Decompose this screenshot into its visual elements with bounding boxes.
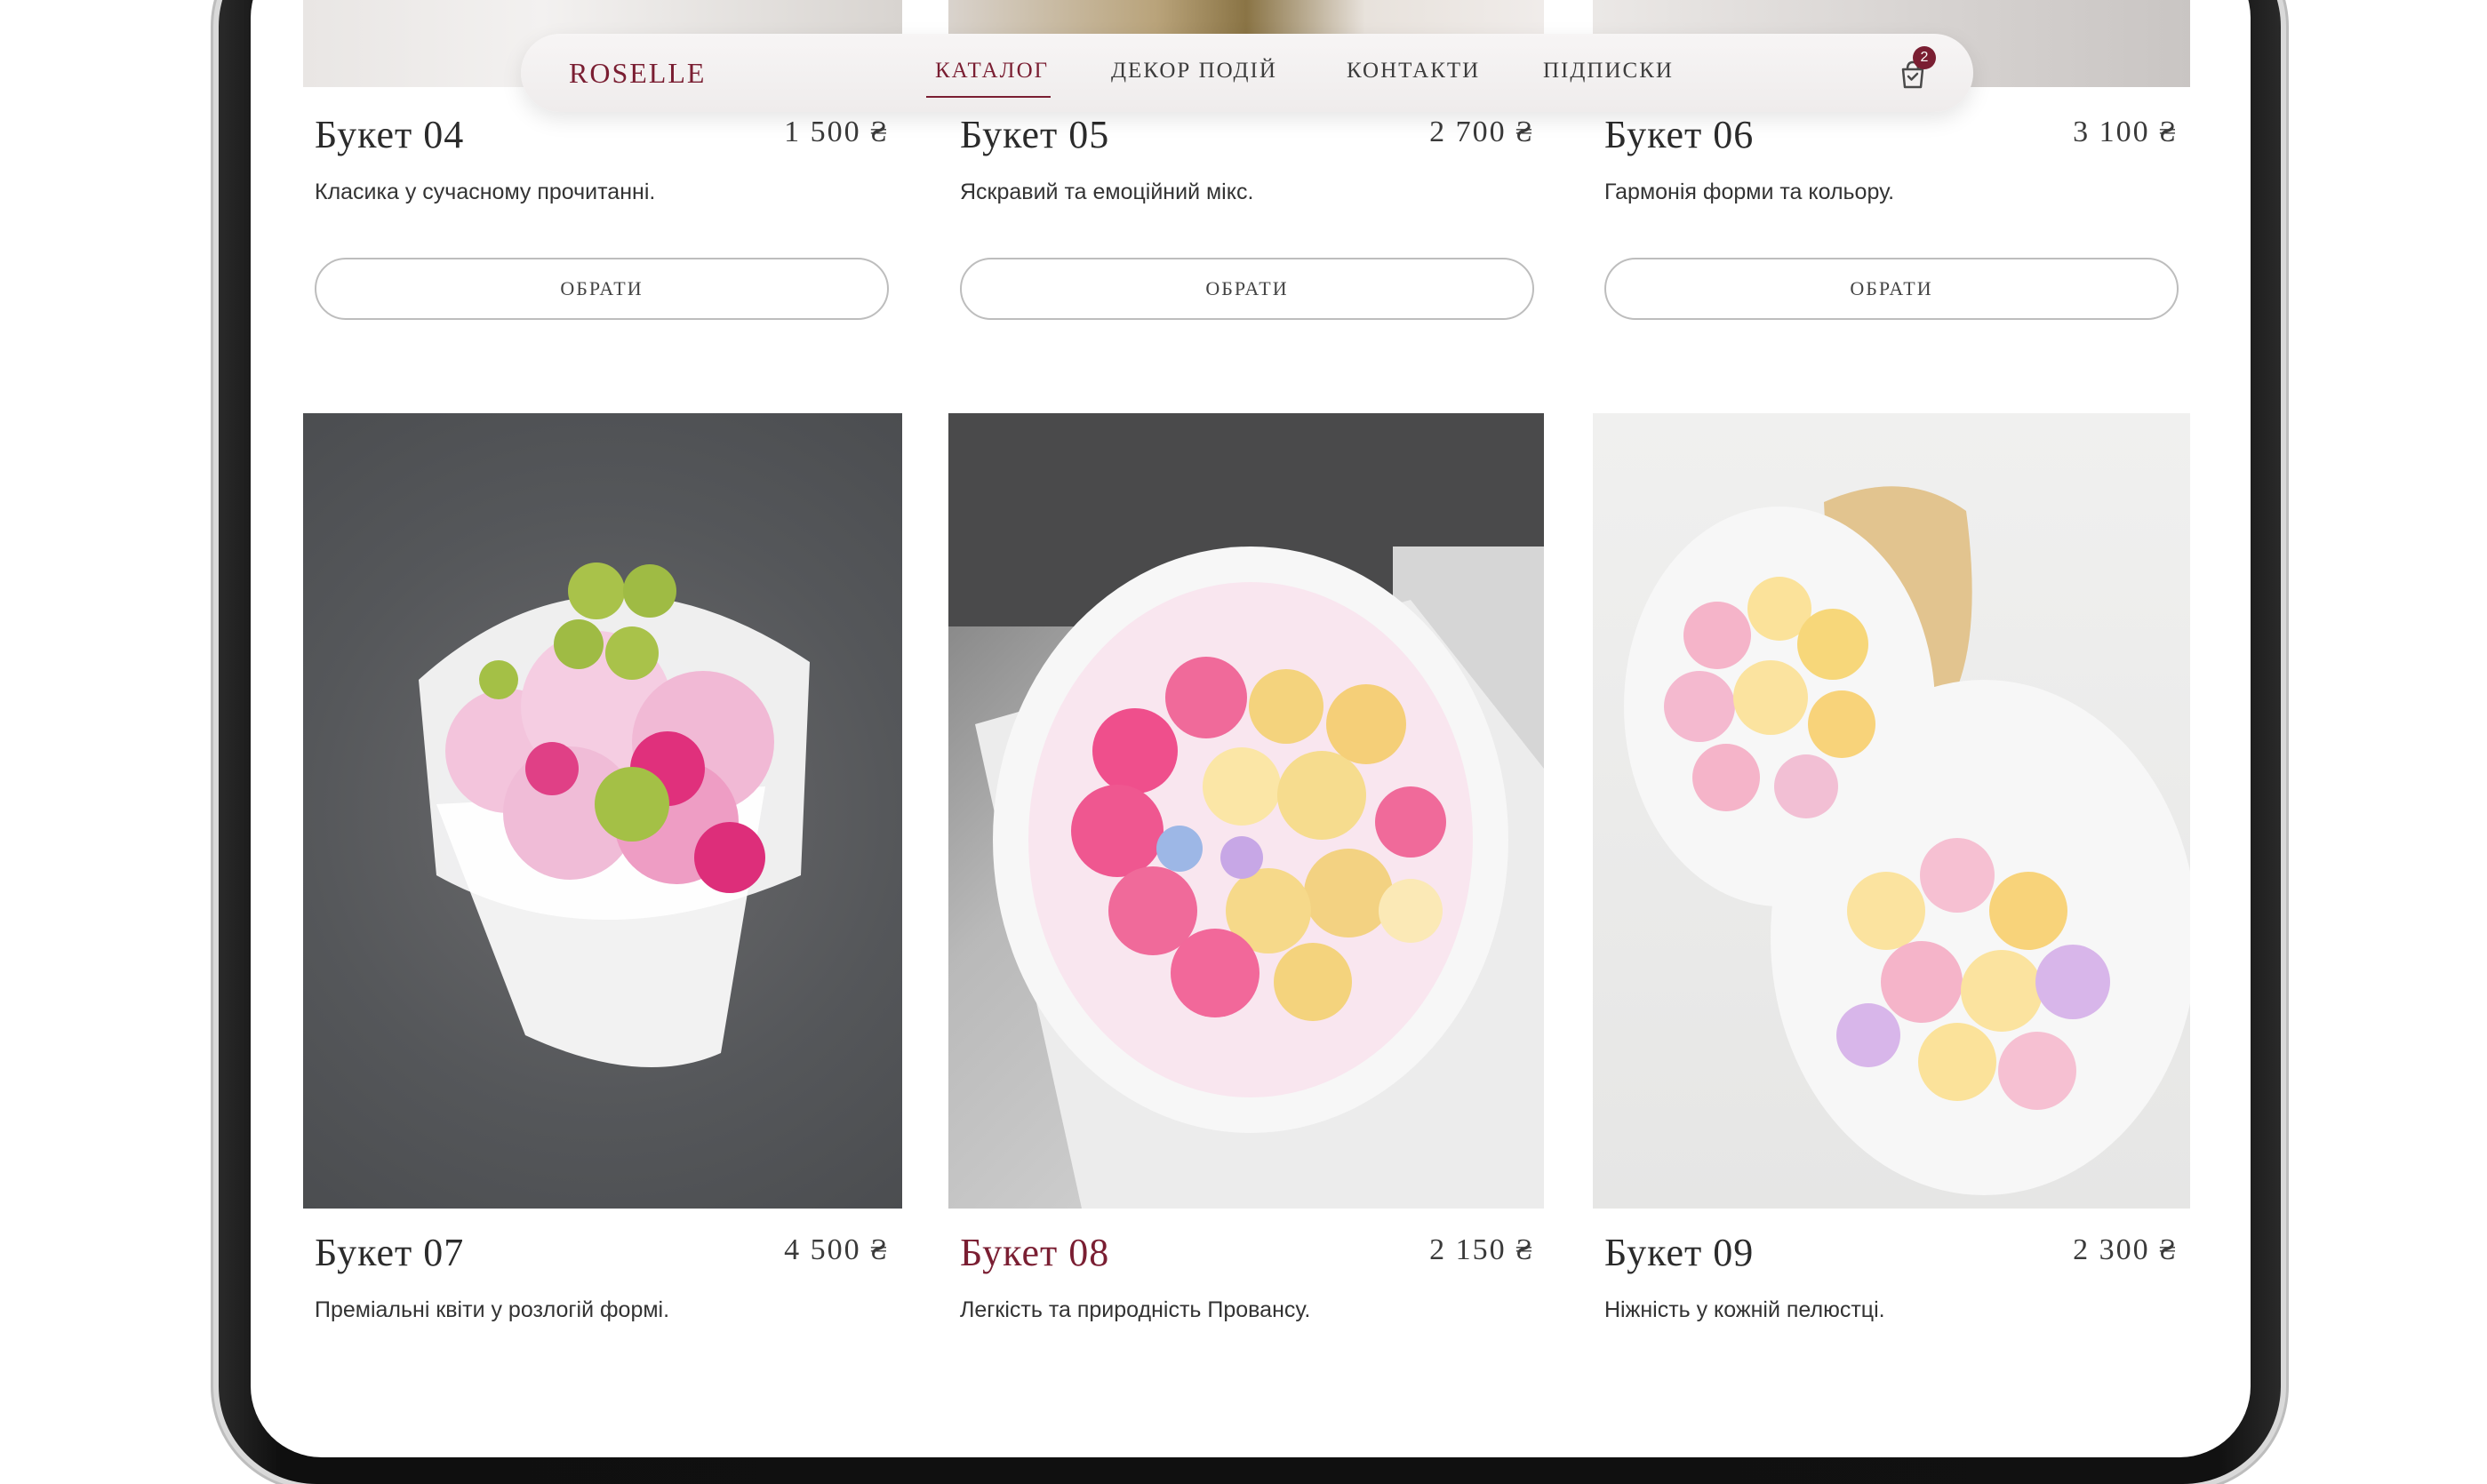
bouquet-09-illustration [1624, 486, 2190, 1195]
product-price-05: 2 700 ₴ [1429, 116, 1534, 148]
product-desc-08: Легкість та природність Провансу. [960, 1297, 1311, 1322]
product-title-08[interactable]: Букет 08 [960, 1230, 1109, 1275]
product-title-06[interactable]: Букет 06 [1604, 112, 1754, 157]
product-desc-06: Гармонія форми та кольору. [1604, 180, 1895, 204]
choose-button-06[interactable]: ОБРАТИ [1604, 258, 2179, 320]
nav-event-decor[interactable]: ДЕКОР ПОДІЙ [1111, 59, 1277, 84]
product-price-06: 3 100 ₴ [2073, 116, 2178, 148]
product-image-08[interactable] [948, 413, 1544, 1209]
active-nav-underline [926, 96, 1051, 98]
nav-subscriptions[interactable]: ПІДПИСКИ [1543, 59, 1674, 84]
product-desc-09: Ніжність у кожній пелюстці. [1604, 1297, 1885, 1322]
product-title-05[interactable]: Букет 05 [960, 112, 1109, 157]
product-desc-07: Преміальні квіти у розлогій формі. [315, 1297, 670, 1322]
nav-catalog[interactable]: КАТАЛОГ [935, 59, 1049, 84]
cart-count-badge: 2 [1913, 46, 1936, 69]
product-price-09: 2 300 ₴ [2073, 1233, 2178, 1266]
product-price-04: 1 500 ₴ [784, 116, 889, 148]
product-price-08: 2 150 ₴ [1429, 1233, 1534, 1266]
logo[interactable]: ROSELLE [569, 57, 706, 90]
product-title-04[interactable]: Букет 04 [315, 112, 464, 157]
product-image-09[interactable] [1593, 413, 2190, 1209]
bouquet-08-illustration [948, 413, 1544, 1209]
product-title-09[interactable]: Букет 09 [1604, 1230, 1754, 1275]
bouquet-07-illustration [419, 562, 810, 1067]
product-image-07[interactable] [303, 413, 902, 1209]
choose-button-04[interactable]: ОБРАТИ [315, 258, 889, 320]
product-title-07[interactable]: Букет 07 [315, 1230, 464, 1275]
nav-contacts[interactable]: КОНТАКТИ [1347, 59, 1480, 84]
product-desc-04: Класика у сучасному прочитанні. [315, 180, 656, 204]
choose-button-05[interactable]: ОБРАТИ [960, 258, 1534, 320]
product-price-07: 4 500 ₴ [784, 1233, 889, 1266]
product-desc-05: Яскравий та емоційний мікс. [960, 180, 1254, 204]
top-navigation-bar: ROSELLE КАТАЛОГ ДЕКОР ПОДІЙ КОНТАКТИ ПІД… [521, 34, 1973, 112]
